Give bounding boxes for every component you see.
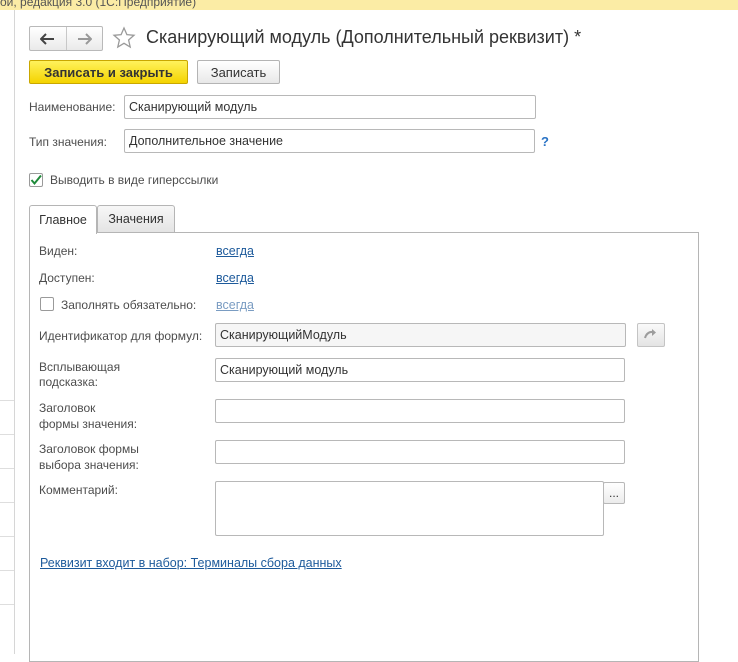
formula-id-label: Идентификатор для формул: (39, 329, 203, 343)
list-row-divider (0, 468, 14, 469)
choice-title-label-line1: Заголовок формы (39, 442, 139, 456)
choice-title-field[interactable] (215, 440, 625, 464)
star-icon (112, 26, 136, 49)
redo-arrow-icon (644, 329, 656, 339)
form-title-field[interactable] (215, 399, 625, 423)
tooltip-field[interactable]: Сканирующий модуль (215, 358, 625, 382)
hyperlink-checkbox-label: Выводить в виде гиперссылки (50, 173, 219, 187)
type-field[interactable]: Дополнительное значение (124, 129, 535, 153)
tooltip-label-line1: Всплывающая (39, 360, 121, 374)
choice-title-label-line2: выбора значения: (39, 458, 139, 472)
comment-field[interactable] (215, 481, 604, 536)
tooltip-label-line2: подсказка: (39, 375, 98, 389)
visible-label: Виден: (39, 244, 78, 258)
name-field[interactable]: Сканирующий модуль (124, 95, 536, 119)
available-label: Доступен: (39, 271, 95, 285)
form-title-label-line1: Заголовок (39, 401, 96, 415)
available-link[interactable]: всегда (216, 271, 254, 285)
list-row-divider (0, 400, 14, 401)
tab-values[interactable]: Значения (97, 205, 175, 232)
tab-main[interactable]: Главное (29, 205, 97, 234)
save-and-close-button[interactable]: Записать и закрыть (29, 60, 188, 84)
list-row-divider (0, 570, 14, 571)
list-row-divider (0, 536, 14, 537)
arrow-right-icon (78, 32, 93, 45)
list-row-divider (0, 502, 14, 503)
required-label: Заполнять обязательно: (61, 298, 197, 312)
checkmark-icon (30, 174, 42, 186)
save-button[interactable]: Записать (197, 60, 280, 84)
list-row-divider (0, 604, 14, 605)
help-icon[interactable]: ? (541, 134, 549, 149)
attribute-set-link[interactable]: Реквизит входит в набор: Терминалы сбора… (40, 556, 342, 570)
type-label: Тип значения: (29, 135, 107, 149)
history-nav (29, 26, 103, 51)
comment-label: Комментарий: (39, 483, 118, 497)
forward-button[interactable] (67, 27, 103, 50)
required-checkbox[interactable] (40, 297, 54, 311)
visible-link[interactable]: всегда (216, 244, 254, 258)
arrow-left-icon (39, 32, 54, 45)
hyperlink-checkbox[interactable] (29, 173, 43, 187)
favorite-button[interactable] (112, 26, 136, 53)
background-list-edge (0, 10, 15, 654)
window-title-bar: ои, редакция 3.0 (1С:Предприятие) (0, 0, 738, 10)
list-row-divider (0, 434, 14, 435)
back-button[interactable] (30, 27, 66, 50)
comment-more-button[interactable]: ... (603, 482, 625, 504)
required-link[interactable]: всегда (216, 298, 254, 312)
name-label: Наименование: (29, 100, 116, 114)
edit-identifier-button[interactable] (637, 323, 665, 347)
form-title-label-line2: формы значения: (39, 417, 138, 431)
window-title: ои, редакция 3.0 (1С:Предприятие) (0, 0, 197, 9)
formula-id-field[interactable]: СканирующийМодуль (215, 323, 626, 347)
page-title: Сканирующий модуль (Дополнительный рекви… (146, 27, 582, 47)
